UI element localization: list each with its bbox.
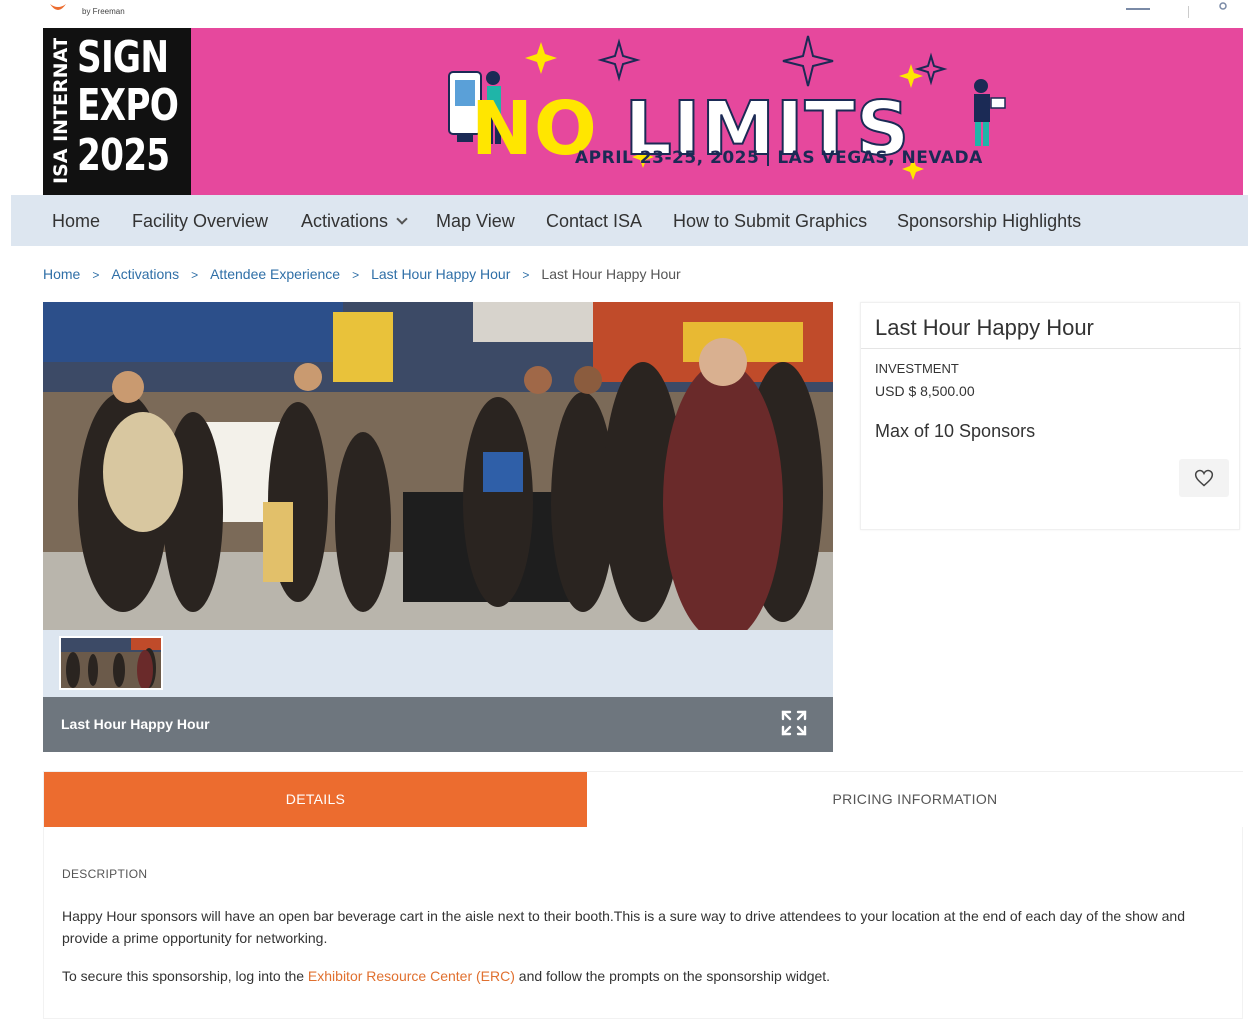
investment-label: INVESTMENT — [875, 361, 959, 376]
tab-pricing-information[interactable]: PRICING INFORMATION — [587, 772, 1243, 827]
sponsorship-info-card: Last Hour Happy Hour INVESTMENT USD $ 8,… — [860, 302, 1241, 530]
details-panel: DESCRIPTION Happy Hour sponsors will hav… — [43, 827, 1243, 1019]
event-dates: APRIL 23-25, 2025 — [575, 148, 760, 168]
event-banner: ISA INTERNATIONAL SIGN EXPO 2025 NO LIMI… — [43, 28, 1243, 195]
tab-details[interactable]: DETAILS — [44, 772, 587, 827]
thumbnail-1[interactable] — [59, 636, 163, 690]
event-dates-location: APRIL 23-25, 2025 LAS VEGAS, NEVADA — [575, 148, 983, 168]
breadcrumb-separator: > — [522, 268, 530, 282]
erc-instructions: To secure this sponsorship, log into the… — [62, 965, 1212, 987]
thumbnail-photo — [61, 638, 161, 688]
breadcrumb: Home > Activations > Attendee Experience > Las… — [43, 266, 681, 282]
main-photo[interactable] — [43, 302, 833, 630]
erc-instructions-prefix: To secure this sponsorship, log into the — [62, 968, 308, 984]
top-utility-bar: by Freeman — [0, 0, 1248, 28]
breadcrumb-attendee-experience[interactable]: Attendee Experience — [210, 266, 340, 282]
card-divider — [861, 348, 1241, 349]
expand-fullscreen-icon[interactable] — [779, 708, 809, 738]
breadcrumb-home[interactable]: Home — [43, 266, 80, 282]
breadcrumb-separator: > — [92, 268, 100, 282]
freeman-logo-icon — [50, 4, 66, 10]
nav-how-to-submit-graphics[interactable]: How to Submit Graphics — [673, 211, 867, 232]
svg-text:ISA INTERNATIONAL: ISA INTERNATIONAL — [50, 38, 72, 184]
investment-value: USD $ 8,500.00 — [875, 383, 975, 399]
trade-show-crowd-photo — [43, 302, 833, 630]
nav-facility-overview[interactable]: Facility Overview — [132, 211, 268, 232]
divider — [1188, 6, 1189, 18]
image-gallery: Last Hour Happy Hour — [43, 302, 833, 752]
description-label: DESCRIPTION — [62, 867, 148, 881]
sign-expo-logo[interactable]: ISA INTERNATIONAL SIGN EXPO 2025 — [43, 28, 191, 195]
max-sponsors: Max of 10 Sponsors — [875, 421, 1036, 441]
nav-sponsorship-highlights[interactable]: Sponsorship Highlights — [897, 211, 1081, 232]
gallery-caption-bar: Last Hour Happy Hour — [43, 697, 833, 752]
logo-expo: EXPO — [77, 80, 179, 131]
nav-map-view[interactable]: Map View — [436, 211, 515, 232]
user-icon[interactable] — [1214, 2, 1232, 16]
menu-line-icon[interactable] — [1126, 8, 1150, 10]
nav-activations[interactable]: Activations — [301, 211, 408, 232]
logo-sign: SIGN — [77, 32, 169, 83]
sponsorship-title: Last Hour Happy Hour — [875, 315, 1094, 340]
favorite-button[interactable] — [1179, 459, 1229, 497]
heart-icon — [1194, 469, 1214, 487]
event-location: LAS VEGAS, NEVADA — [777, 148, 983, 168]
detail-tabs: DETAILS PRICING INFORMATION — [43, 771, 1243, 827]
nav-activations-label: Activations — [301, 211, 389, 231]
breadcrumb-separator: > — [191, 268, 199, 282]
nav-contact-isa[interactable]: Contact ISA — [546, 211, 642, 232]
description-paragraph: Happy Hour sponsors will have an open ba… — [62, 908, 1186, 946]
isa-international-vertical-text: ISA INTERNATIONAL — [50, 38, 72, 184]
erc-link[interactable]: Exhibitor Resource Center (ERC) — [308, 968, 515, 984]
logo-year: 2025 — [77, 130, 170, 181]
chevron-down-icon — [396, 213, 408, 225]
breadcrumb-activations[interactable]: Activations — [111, 266, 179, 282]
main-nav: Home Facility Overview Activations Map V… — [11, 195, 1248, 246]
nav-home[interactable]: Home — [52, 211, 100, 232]
breadcrumb-last-hour-happy-hour[interactable]: Last Hour Happy Hour — [371, 266, 510, 282]
dates-divider — [767, 150, 770, 166]
breadcrumb-separator: > — [352, 268, 360, 282]
by-freeman-text: by Freeman — [82, 7, 125, 16]
erc-instructions-suffix: and follow the prompts on the sponsorshi… — [514, 968, 831, 984]
breadcrumb-current: Last Hour Happy Hour — [541, 266, 681, 282]
gallery-caption: Last Hour Happy Hour — [61, 716, 210, 732]
